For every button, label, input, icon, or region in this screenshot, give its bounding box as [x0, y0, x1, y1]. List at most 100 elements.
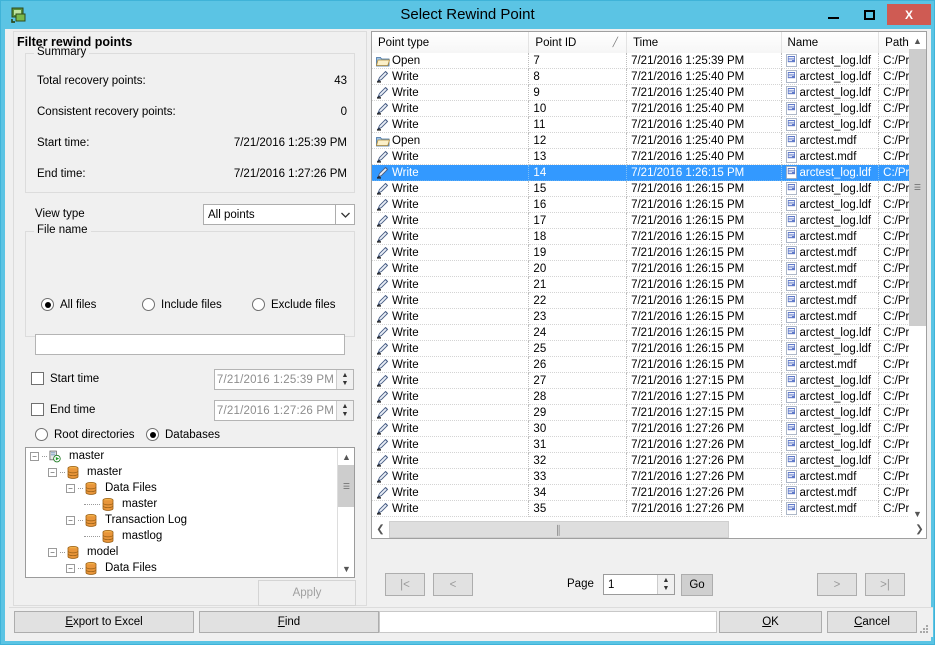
rewind-points-list[interactable]: Point type Point ID ╱ Time Name Path Open 7 7/2…	[371, 31, 927, 539]
start-time-spinner[interactable]: ▲ ▼	[336, 370, 353, 389]
tree-scroll-thumb[interactable]: ☰	[338, 465, 354, 507]
tree-node[interactable]: master	[26, 496, 338, 512]
list-hscroll-track[interactable]: ║	[389, 521, 911, 538]
resize-grip-icon[interactable]	[918, 623, 930, 635]
find-button[interactable]: Find	[199, 611, 379, 633]
table-row[interactable]: Write 15 7/21/2016 1:26:15 PM arctest_log.l…	[372, 181, 926, 197]
radio-all-files[interactable]: All files	[41, 298, 96, 311]
file-pattern-input[interactable]	[35, 334, 345, 355]
column-header-time[interactable]: Time	[627, 32, 782, 53]
database-icon	[67, 545, 83, 559]
close-button[interactable]: X	[887, 4, 931, 25]
table-row[interactable]: Write 26 7/21/2016 1:26:15 PM arctest.mdf C:…	[372, 357, 926, 373]
list-scroll-up-icon[interactable]: ▲	[909, 32, 926, 49]
table-row[interactable]: Write 11 7/21/2016 1:25:40 PM arctest_log.l…	[372, 117, 926, 133]
list-vertical-scrollbar[interactable]: ▲ ☰ ▼	[909, 32, 926, 522]
radio-include-files[interactable]: Include files	[142, 298, 222, 311]
tree-collapse-icon[interactable]: −	[66, 563, 75, 573]
maximize-button[interactable]	[851, 4, 887, 25]
tree-collapse-icon[interactable]: −	[30, 451, 39, 461]
table-row[interactable]: Write 19 7/21/2016 1:26:15 PM arctest.mdf C:…	[372, 245, 926, 261]
radio-root-directories[interactable]: Root directories	[35, 428, 135, 441]
apply-button[interactable]: Apply	[258, 580, 356, 606]
table-row[interactable]: Write 32 7/21/2016 1:27:26 PM arctest_log.l…	[372, 453, 926, 469]
last-page-button[interactable]: >|	[865, 573, 905, 596]
tree-node[interactable]: − Transaction Log	[26, 512, 338, 528]
list-hscroll-thumb[interactable]: ║	[389, 521, 729, 538]
table-row[interactable]: Write 24 7/21/2016 1:26:15 PM arctest_log.l…	[372, 325, 926, 341]
table-row[interactable]: Write 29 7/21/2016 1:27:15 PM arctest_log.l…	[372, 405, 926, 421]
cell-text: Write	[392, 294, 419, 307]
list-scroll-left-icon[interactable]: ❮	[372, 521, 389, 538]
next-page-button[interactable]: >	[817, 573, 857, 596]
table-row[interactable]: Write 13 7/21/2016 1:25:40 PM arctest.mdf C:…	[372, 149, 926, 165]
prev-page-button[interactable]: <	[433, 573, 473, 596]
list-scroll-down-icon[interactable]: ▼	[909, 505, 926, 522]
table-row[interactable]: Write 34 7/21/2016 1:27:26 PM arctest.mdf C:…	[372, 485, 926, 501]
list-horizontal-scrollbar[interactable]: ❮ ║ ❯	[372, 521, 926, 538]
table-row[interactable]: Write 18 7/21/2016 1:26:15 PM arctest.mdf C:…	[372, 229, 926, 245]
table-row[interactable]: Write 28 7/21/2016 1:27:15 PM arctest_log.l…	[372, 389, 926, 405]
file-name-groupbox: File name	[25, 224, 355, 337]
table-row[interactable]: Write 31 7/21/2016 1:27:26 PM arctest_log.l…	[372, 437, 926, 453]
tree-scroll-down-icon[interactable]: ▼	[338, 560, 354, 577]
tree-node[interactable]: − master	[26, 448, 338, 464]
cell-point_id: 24	[529, 325, 628, 341]
table-row[interactable]: Write 14 7/21/2016 1:26:15 PM arctest_log.l…	[372, 165, 926, 181]
file-icon	[785, 502, 800, 515]
file-icon	[785, 374, 800, 387]
table-row[interactable]: Write 20 7/21/2016 1:26:15 PM arctest.mdf C:…	[372, 261, 926, 277]
list-body[interactable]: Open 7 7/21/2016 1:25:39 PM arctest_log.ldf…	[372, 53, 926, 517]
tree-scroll-up-icon[interactable]: ▲	[338, 448, 354, 465]
table-row[interactable]: Open 7 7/21/2016 1:25:39 PM arctest_log.ldf…	[372, 53, 926, 69]
table-row[interactable]: Write 25 7/21/2016 1:26:15 PM arctest_log.l…	[372, 341, 926, 357]
first-page-button[interactable]: |<	[385, 573, 425, 596]
table-row[interactable]: Write 9 7/21/2016 1:25:40 PM arctest_log.ld…	[372, 85, 926, 101]
chevron-down-icon[interactable]	[335, 205, 354, 224]
column-header-name[interactable]: Name	[781, 32, 880, 53]
end-time-datetime-input[interactable]: 7/21/2016 1:27:26 PM ▲ ▼	[214, 400, 354, 421]
start-time-datetime-input[interactable]: 7/21/2016 1:25:39 PM ▲ ▼	[214, 369, 354, 390]
radio-exclude-files[interactable]: Exclude files	[252, 298, 336, 311]
page-number-spinner[interactable]: ▲ ▼	[657, 575, 674, 594]
end-time-spinner[interactable]: ▲ ▼	[336, 401, 353, 420]
table-row[interactable]: Write 33 7/21/2016 1:27:26 PM arctest.mdf C:…	[372, 469, 926, 485]
tree-node[interactable]: mastlog	[26, 528, 338, 544]
tree-node[interactable]: − master	[26, 464, 338, 480]
table-row[interactable]: Write 23 7/21/2016 1:26:15 PM arctest.mdf C:…	[372, 309, 926, 325]
table-row[interactable]: Write 17 7/21/2016 1:26:15 PM arctest_log.l…	[372, 213, 926, 229]
column-header-point_type[interactable]: Point type	[372, 32, 530, 53]
table-row[interactable]: Write 35 7/21/2016 1:27:26 PM arctest.mdf C:…	[372, 501, 926, 517]
export-to-excel-button[interactable]: Export to Excel	[14, 611, 194, 633]
view-type-select[interactable]: All points	[203, 204, 355, 225]
table-row[interactable]: Write 27 7/21/2016 1:27:15 PM arctest_log.l…	[372, 373, 926, 389]
radio-databases[interactable]: Databases	[146, 428, 220, 441]
list-scroll-thumb[interactable]: ☰	[909, 49, 926, 326]
cancel-button[interactable]: Cancel	[827, 611, 917, 633]
tree-vertical-scrollbar[interactable]: ▲ ☰ ▼	[337, 448, 354, 577]
list-scroll-right-icon[interactable]: ❯	[911, 521, 926, 538]
tree-node[interactable]: − model	[26, 544, 338, 560]
table-row[interactable]: Write 30 7/21/2016 1:27:26 PM arctest_log.l…	[372, 421, 926, 437]
column-header-point_id[interactable]: Point ID ╱	[529, 32, 628, 53]
tree-collapse-icon[interactable]: −	[48, 467, 57, 477]
tree-node[interactable]: − Data Files	[26, 560, 338, 576]
tree-collapse-icon[interactable]: −	[48, 547, 57, 557]
table-row[interactable]: Write 8 7/21/2016 1:25:40 PM arctest_log.ld…	[372, 69, 926, 85]
table-row[interactable]: Write 10 7/21/2016 1:25:40 PM arctest_log.l…	[372, 101, 926, 117]
table-row[interactable]: Open 12 7/21/2016 1:25:40 PM arctest.mdf C:/…	[372, 133, 926, 149]
tree-node[interactable]: − Data Files	[26, 480, 338, 496]
end-time-checkbox[interactable]: End time	[31, 403, 95, 416]
table-row[interactable]: Write 22 7/21/2016 1:26:15 PM arctest.mdf C:…	[372, 293, 926, 309]
tree-collapse-icon[interactable]: −	[66, 483, 75, 493]
cell-point_id: 31	[529, 437, 628, 453]
table-row[interactable]: Write 21 7/21/2016 1:26:15 PM arctest.mdf C:…	[372, 277, 926, 293]
minimize-button[interactable]	[815, 4, 851, 25]
go-button[interactable]: Go	[681, 574, 713, 596]
start-time-checkbox[interactable]: Start time	[31, 372, 99, 385]
ok-button[interactable]: OK	[719, 611, 822, 633]
table-row[interactable]: Write 16 7/21/2016 1:26:15 PM arctest_log.l…	[372, 197, 926, 213]
database-tree[interactable]: − master − master − Data Files master − Transact…	[25, 447, 355, 578]
tree-collapse-icon[interactable]: −	[66, 515, 75, 525]
page-number-input[interactable]: 1 ▲ ▼	[603, 574, 675, 595]
